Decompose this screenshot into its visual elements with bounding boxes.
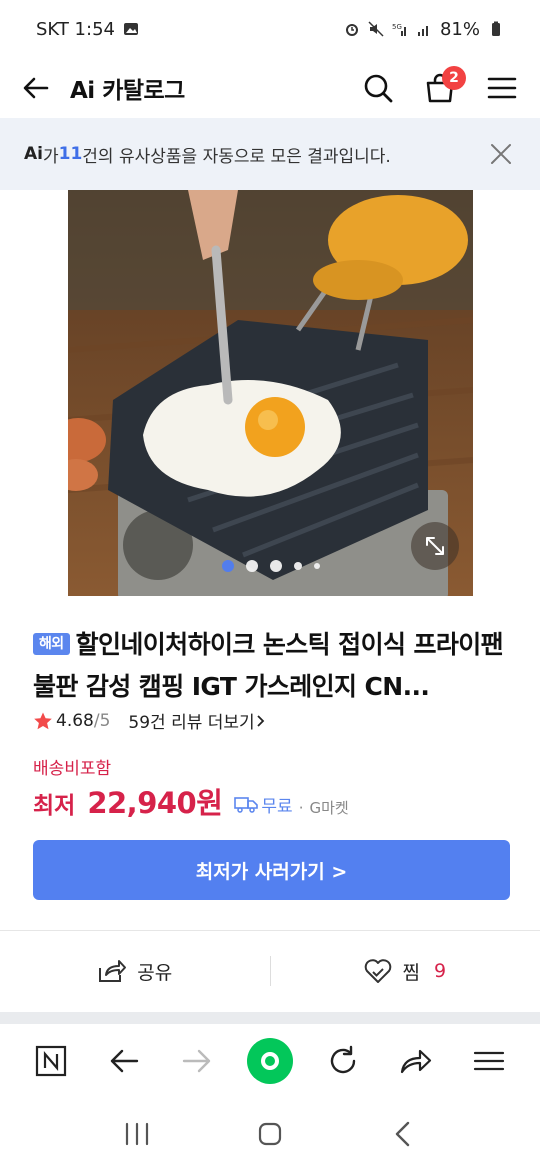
header-actions: 2 — [358, 66, 522, 108]
close-icon — [491, 144, 511, 164]
price-row: 최저 22,940원 무료 · G마켓 — [33, 780, 349, 822]
browser-toolbar — [0, 1024, 540, 1098]
refresh-button[interactable] — [317, 1035, 369, 1087]
refresh-icon — [330, 1045, 356, 1074]
carousel-dot[interactable] — [221, 560, 234, 572]
ai-banner-suffix: 건의 유사상품을 자동으로 모은 결과입니다. — [82, 146, 391, 167]
product-title-text: 할인네이처하이크 논스틱 접이식 프라이팬 불판 감성 캠핑 IGT 가스레인지… — [33, 630, 504, 701]
banner-close-button[interactable] — [486, 139, 516, 169]
carousel-dot[interactable] — [269, 560, 282, 572]
status-bar: SKT 1:54 5G 81% — [0, 0, 540, 58]
section-gap — [0, 1012, 540, 1024]
search-icon — [364, 74, 393, 103]
expand-image-button[interactable] — [411, 522, 459, 570]
5g-signal-icon: 5G — [392, 23, 406, 36]
chevron-right-icon — [257, 714, 264, 727]
ai-banner-prefix: 가 — [42, 146, 59, 167]
heart-icon — [365, 959, 392, 983]
carousel-dot[interactable] — [313, 563, 320, 569]
similar-product-count: 11 — [58, 144, 83, 164]
alarm-icon — [345, 24, 358, 36]
delivery-truck-icon — [234, 797, 259, 813]
share-arrow-icon — [401, 1049, 432, 1074]
gallery-notification-icon — [123, 23, 138, 35]
price-value: 22,940원 — [87, 786, 223, 820]
favorite-count: 9 — [433, 960, 447, 982]
free-shipping: 무료 — [234, 792, 293, 817]
ai-logo: Ai — [24, 144, 43, 164]
mute-icon — [368, 21, 384, 37]
home-icon — [258, 1122, 282, 1146]
rating-value: 4.68 — [56, 710, 94, 731]
favorite-button[interactable]: 찜 9 — [271, 958, 540, 985]
recent-apps-button[interactable] — [107, 1109, 167, 1159]
ai-similar-products-banner: Ai 가 11 건의 유사상품을 자동으로 모은 결과입니다. — [0, 118, 540, 190]
share-label: 공유 — [137, 961, 173, 984]
share-button[interactable]: 공유 — [0, 958, 270, 985]
shipping-included-label: 배송비포함 — [33, 759, 112, 779]
browser-share-button[interactable] — [390, 1035, 442, 1087]
overseas-badge: 해외 — [33, 633, 70, 655]
arrow-left-icon — [110, 1049, 138, 1073]
recent-apps-icon — [125, 1122, 148, 1146]
expand-icon — [426, 537, 444, 555]
rating-max: /5 — [93, 710, 111, 731]
naver-n-icon — [35, 1045, 66, 1077]
green-dot-icon — [246, 1038, 293, 1084]
reviews-link-label: 59건 리뷰 더보기 — [128, 713, 255, 733]
cart-button[interactable]: 2 — [420, 66, 466, 108]
status-right: 5G 81% — [344, 19, 504, 40]
reviews-link[interactable]: 59건 리뷰 더보기 — [128, 708, 266, 733]
battery-icon — [492, 21, 500, 36]
action-row: 공유 찜 9 — [0, 931, 540, 1011]
carousel-dots — [68, 560, 473, 572]
hamburger-menu-icon — [474, 1051, 505, 1071]
carousel-dot[interactable] — [245, 560, 258, 572]
system-back-button[interactable] — [373, 1109, 433, 1159]
star-icon — [34, 712, 52, 729]
seller-sep: · — [298, 799, 304, 817]
signal-icon — [417, 26, 428, 36]
browser-back-button[interactable] — [98, 1035, 150, 1087]
home-button[interactable] — [240, 1109, 300, 1159]
free-shipping-label: 무료 — [261, 796, 293, 817]
buy-lowest-price-button[interactable]: 최저가 사러가기 > — [33, 840, 510, 900]
hamburger-menu-icon — [487, 77, 517, 99]
seller-name: G마켓 — [309, 799, 349, 817]
carrier-time: SKT 1:54 — [36, 18, 115, 40]
battery-level: 81% — [439, 18, 480, 40]
rating-row: 4.68 /5 59건 리뷰 더보기 — [33, 708, 267, 733]
carousel-dot[interactable] — [293, 562, 302, 570]
svg-text:5G: 5G — [392, 23, 402, 31]
product-image-carousel[interactable] — [68, 190, 473, 596]
page-title: Ai 카탈로그 — [70, 78, 185, 104]
cart-count-badge: 2 — [442, 66, 466, 90]
arrow-left-icon — [23, 77, 49, 99]
browser-menu-button[interactable] — [463, 1035, 515, 1087]
browser-forward-button[interactable] — [171, 1035, 223, 1087]
menu-button[interactable] — [482, 68, 522, 108]
system-navigation-bar — [0, 1098, 540, 1170]
arrow-right-icon — [182, 1049, 211, 1073]
favorite-label: 찜 — [402, 961, 420, 984]
status-left: SKT 1:54 — [36, 19, 139, 40]
lowest-price-label: 최저 — [33, 793, 76, 819]
app-header: Ai 카탈로그 2 — [0, 58, 540, 118]
green-dot-button[interactable] — [244, 1035, 296, 1087]
search-button[interactable] — [358, 68, 398, 108]
naver-home-button[interactable] — [25, 1035, 77, 1087]
chevron-left-icon — [396, 1121, 410, 1147]
back-button[interactable] — [18, 70, 54, 106]
product-title: 해외 할인네이처하이크 논스틱 접이식 프라이팬 불판 감성 캠핑 IGT 가스레… — [33, 624, 513, 708]
share-icon — [99, 960, 127, 982]
